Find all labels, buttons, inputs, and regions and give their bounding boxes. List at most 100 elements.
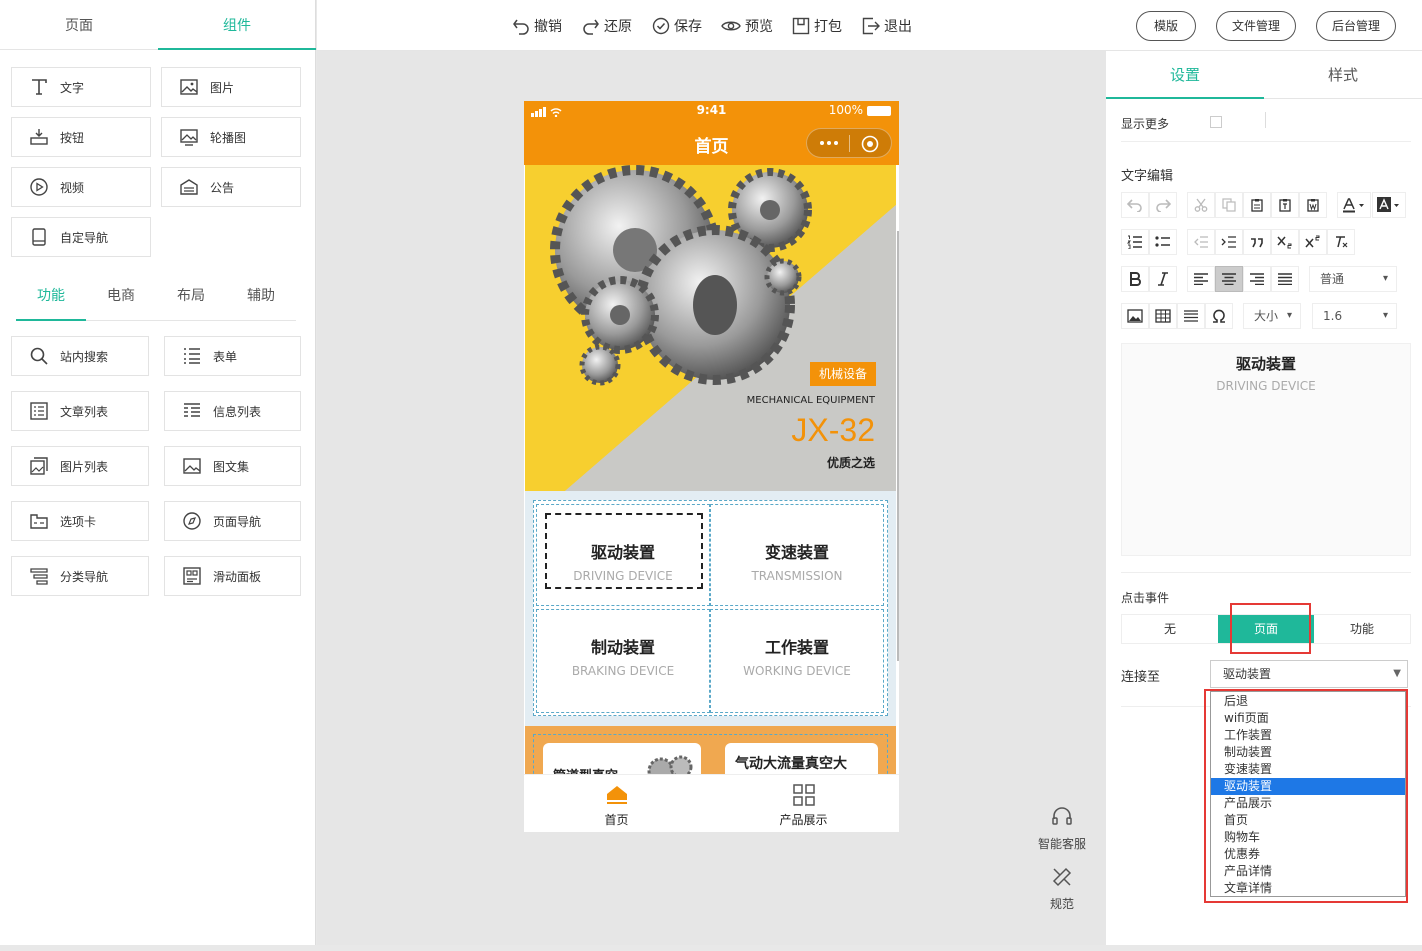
nav-cell-braking[interactable]: 制动装置 BRAKING DEVICE — [536, 609, 710, 713]
editor-undo-button[interactable] — [1121, 192, 1149, 218]
editor-justify-button[interactable] — [1271, 266, 1299, 292]
component-gallery[interactable]: 图文集 — [164, 446, 301, 486]
save-button[interactable]: 保存 — [652, 14, 702, 38]
undo-icon — [513, 19, 529, 35]
undo-button[interactable]: 撤销 — [512, 14, 562, 38]
redo-icon — [1156, 199, 1171, 212]
template-button[interactable]: 模版 — [1136, 11, 1196, 41]
component-notice[interactable]: 公告 — [161, 167, 301, 207]
editor-special-char-button[interactable] — [1205, 303, 1233, 329]
link-to-label: 连接至 — [1121, 670, 1161, 685]
component-label: 站内搜索 — [60, 349, 109, 364]
phone-scrollbar[interactable] — [897, 231, 899, 661]
editor-bold-button[interactable] — [1121, 266, 1149, 292]
editor-italic-button[interactable] — [1149, 266, 1177, 292]
component-image[interactable]: 图片 — [161, 67, 301, 107]
rich-text-editor[interactable]: 驱动装置 DRIVING DEVICE — [1121, 343, 1411, 556]
editor-clear-format-button[interactable] — [1327, 229, 1355, 255]
redo-button[interactable]: 还原 — [582, 14, 632, 38]
editor-indent-button[interactable] — [1215, 229, 1243, 255]
align-justify-icon — [1278, 273, 1292, 285]
component-info-list[interactable]: 信息列表 — [164, 391, 301, 431]
editor-outdent-button[interactable] — [1187, 229, 1215, 255]
editor-align-center-button[interactable] — [1215, 266, 1243, 292]
tab-style[interactable]: 样式 — [1264, 51, 1422, 99]
font-size-select[interactable]: 大小 — [1243, 303, 1301, 329]
line-height-select[interactable]: 1.6 — [1312, 303, 1397, 329]
package-label: 打包 — [814, 19, 842, 35]
banner-image[interactable]: 机械设备 MECHANICAL EQUIPMENT JX-32 优质之选 — [525, 165, 896, 491]
tabbar-home[interactable]: 首页 — [579, 783, 654, 828]
file-manage-button[interactable]: 文件管理 — [1216, 11, 1296, 41]
editor-bg-color-button[interactable] — [1372, 192, 1406, 218]
editor-ordered-list-button[interactable] — [1121, 229, 1149, 255]
component-button[interactable]: 按钮 — [11, 117, 151, 157]
package-button[interactable]: 打包 — [792, 14, 842, 38]
editor-table-button[interactable] — [1149, 303, 1177, 329]
component-category-nav[interactable]: 分类导航 — [11, 556, 149, 596]
component-text[interactable]: 文字 — [11, 67, 151, 107]
editor-subscript-button[interactable] — [1271, 229, 1299, 255]
editor-font-color-button[interactable] — [1337, 192, 1371, 218]
editor-paste-button[interactable] — [1243, 192, 1271, 218]
component-article-list[interactable]: 文章列表 — [11, 391, 149, 431]
exit-button[interactable]: 退出 — [862, 14, 912, 38]
link-to-select[interactable]: 驱动装置 ▼ — [1210, 660, 1408, 688]
capsule-menu[interactable] — [806, 128, 892, 158]
smart-service-tool[interactable]: 智能客服 — [1036, 805, 1088, 852]
component-page-nav[interactable]: 页面导航 — [164, 501, 301, 541]
format-select[interactable]: 普通 — [1309, 266, 1397, 292]
editor-superscript-button[interactable] — [1299, 229, 1327, 255]
nav-cell-driving[interactable]: 驱动装置 DRIVING DEVICE — [536, 504, 710, 606]
tabbar-products[interactable]: 产品展示 — [766, 783, 841, 828]
tab-layout[interactable]: 布局 — [156, 276, 226, 321]
spec-tool[interactable]: 规范 — [1036, 865, 1088, 912]
grid-icon — [792, 784, 815, 806]
editor-align-right-button[interactable] — [1243, 266, 1271, 292]
video-icon — [28, 176, 50, 198]
component-site-search[interactable]: 站内搜索 — [11, 336, 149, 376]
editor-redo-button[interactable] — [1149, 192, 1177, 218]
editor-blockquote-button[interactable] — [1243, 229, 1271, 255]
tab-ecommerce[interactable]: 电商 — [86, 276, 156, 321]
tab-pages[interactable]: 页面 — [0, 0, 158, 50]
notice-icon — [178, 176, 200, 198]
show-more-checkbox[interactable] — [1210, 116, 1222, 128]
component-label: 视频 — [60, 180, 85, 195]
nav-cell-transmission[interactable]: 变速装置 TRANSMISSION — [710, 504, 884, 606]
editor-hr-button[interactable] — [1177, 303, 1205, 329]
component-form[interactable]: 表单 — [164, 336, 301, 376]
editor-align-left-button[interactable] — [1187, 266, 1215, 292]
component-label: 表单 — [213, 349, 238, 364]
table-icon — [1155, 309, 1171, 323]
tab-components[interactable]: 组件 — [158, 0, 316, 50]
editor-copy-button[interactable] — [1215, 192, 1243, 218]
editor-image-button[interactable] — [1121, 303, 1149, 329]
function-tabs: 功能 电商 布局 辅助 — [16, 276, 296, 321]
component-carousel[interactable]: 轮播图 — [161, 117, 301, 157]
clear-format-icon — [1336, 236, 1348, 248]
component-custom-nav[interactable]: 自定导航 — [11, 217, 151, 257]
spec-label: 规范 — [1049, 897, 1074, 911]
editor-paste-text-button[interactable] — [1271, 192, 1299, 218]
editor-paste-word-button[interactable] — [1299, 192, 1327, 218]
click-option-function[interactable]: 功能 — [1314, 615, 1410, 643]
backend-manage-button[interactable]: 后台管理 — [1316, 11, 1396, 41]
editor-bullet-list-button[interactable] — [1149, 229, 1177, 255]
editor-cut-button[interactable] — [1187, 192, 1215, 218]
component-slide-panel[interactable]: 滑动面板 — [164, 556, 301, 596]
tab-function[interactable]: 功能 — [16, 276, 86, 321]
subscript-icon — [1277, 236, 1292, 249]
phone-header: 9:41 100% 首页 — [524, 101, 899, 165]
component-tabs[interactable]: 选项卡 — [11, 501, 149, 541]
preview-button[interactable]: 预览 — [721, 14, 773, 38]
tab-settings[interactable]: 设置 — [1106, 51, 1264, 99]
click-option-none[interactable]: 无 — [1122, 615, 1218, 643]
gears-illustration — [550, 165, 812, 386]
eye-icon — [721, 21, 741, 31]
tab-assist[interactable]: 辅助 — [226, 276, 296, 321]
component-image-list[interactable]: 图片列表 — [11, 446, 149, 486]
nav-cell-working[interactable]: 工作装置 WORKING DEVICE — [710, 609, 884, 713]
component-label: 文字 — [60, 80, 85, 95]
component-video[interactable]: 视频 — [11, 167, 151, 207]
